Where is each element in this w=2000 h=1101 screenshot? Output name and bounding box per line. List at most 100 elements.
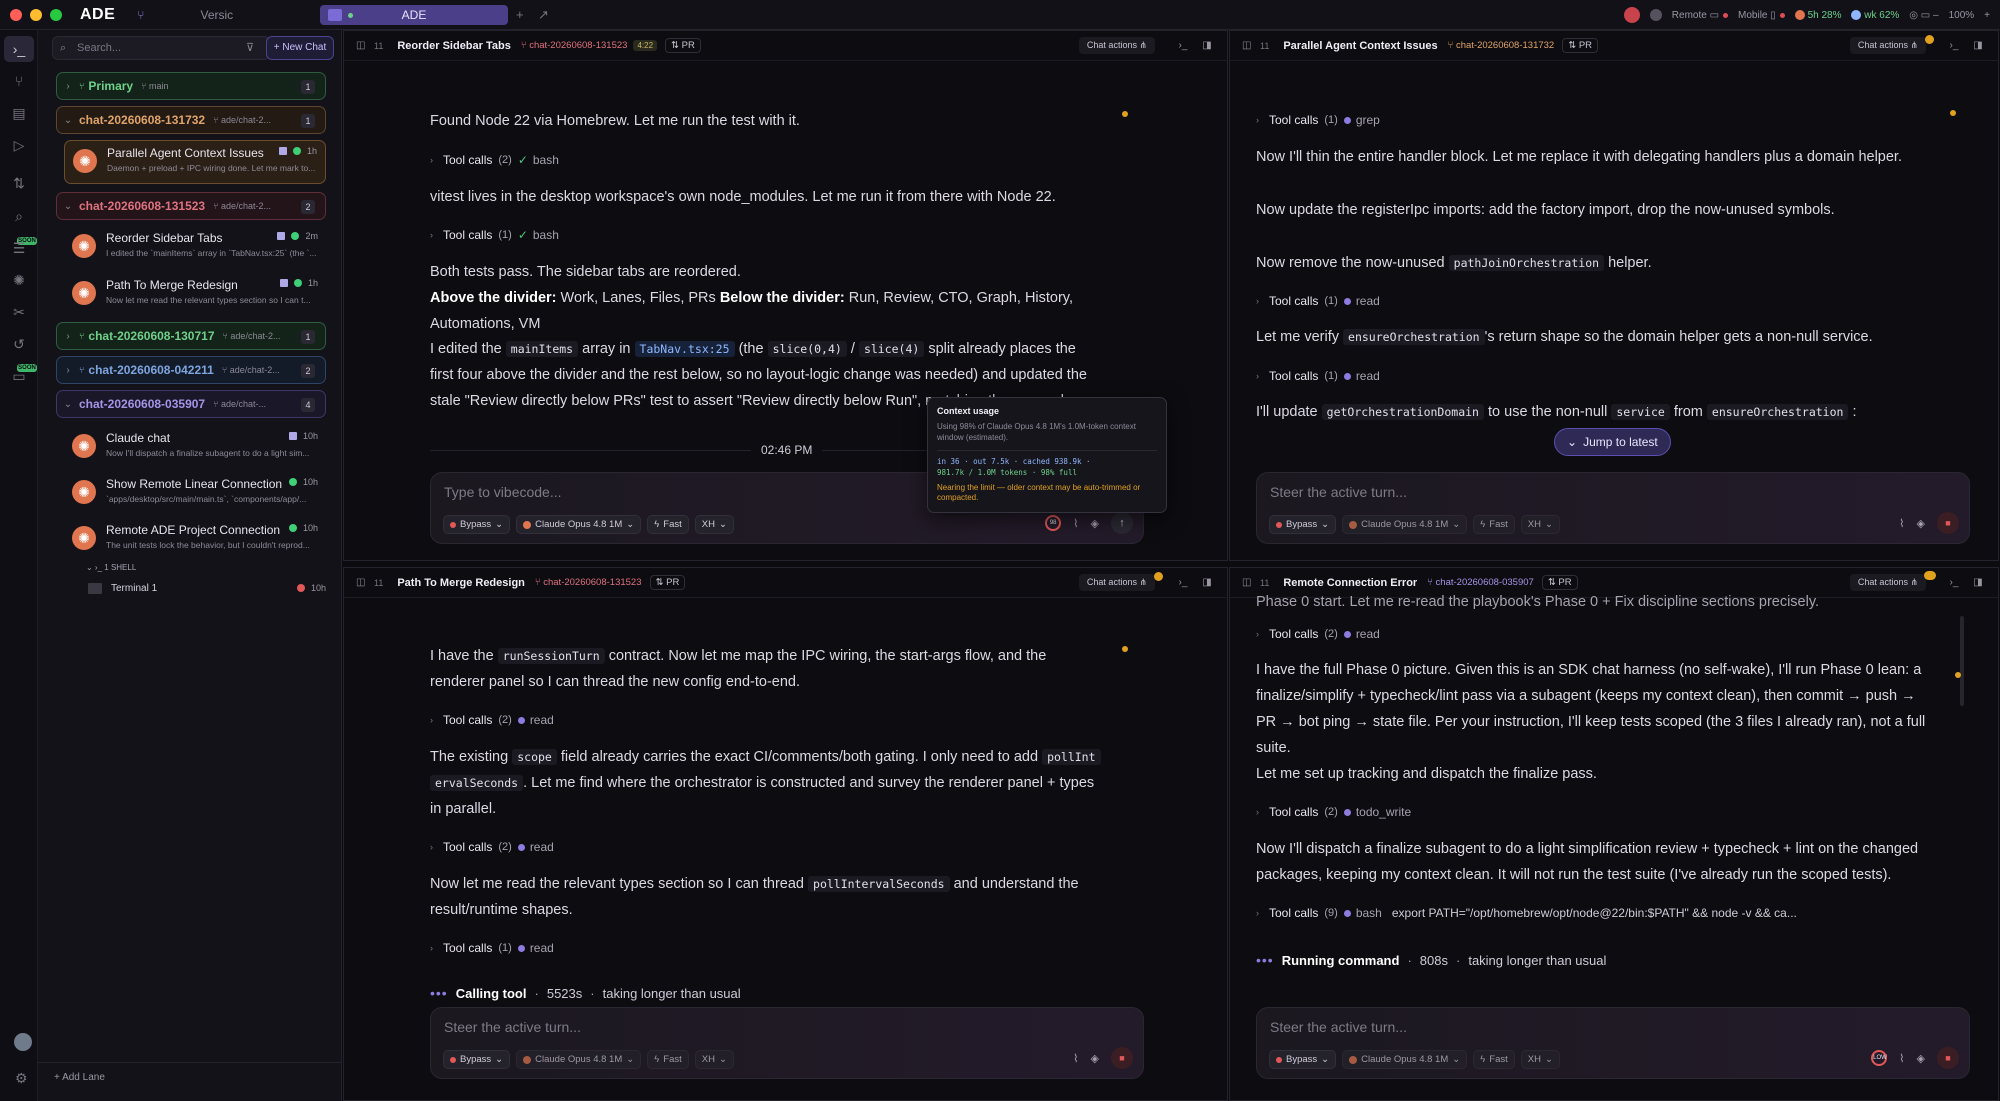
panel-icon[interactable]: ◫ (356, 40, 368, 51)
context-usage-ring[interactable]: LOW (1871, 1050, 1888, 1066)
user-avatar[interactable] (14, 1033, 32, 1051)
panel-icon[interactable]: ◫ (1242, 577, 1254, 588)
chat-actions-button[interactable]: Chat actions ⋔ (1849, 574, 1926, 591)
speed-toggle[interactable]: ϟ Fast (647, 1050, 689, 1069)
cto-icon[interactable]: ✺ (11, 272, 27, 288)
lane-chat-131732[interactable]: ⌄ chat-20260608-131732 ⑂ ade/chat-2... 1 (56, 106, 326, 134)
settings-cluster[interactable]: ◎ ▭ – (1909, 10, 1938, 21)
remote-toggle[interactable]: Remote ▭ (1672, 10, 1729, 21)
split-icon[interactable]: ◨ (1970, 575, 1986, 591)
panel-icon[interactable]: ◫ (1242, 40, 1254, 51)
speed-toggle[interactable]: ϟ Fast (647, 515, 689, 534)
send-button[interactable]: ↑ (1111, 512, 1133, 534)
search-icon[interactable]: ⌕ (11, 208, 27, 224)
history-icon[interactable]: ↺ (11, 336, 27, 352)
tool-calls-row[interactable]: › Tool calls (2) read (1256, 627, 1380, 641)
composer[interactable]: Steer the active turn... Bypass ⌄ Claude… (1256, 1007, 1970, 1079)
add-lane-button[interactable]: + Add Lane (54, 1072, 105, 1083)
chat-item-parallel-agent[interactable]: ✺ Parallel Agent Context Issues Daemon +… (64, 140, 326, 184)
chat-item-remote-ade[interactable]: ✺ Remote ADE Project Connection The unit… (64, 518, 326, 560)
mode-select[interactable]: Bypass ⌄ (443, 515, 511, 534)
pull-request-icon[interactable]: ⇅ (11, 175, 27, 191)
terminal-icon[interactable]: ›_ (1946, 575, 1962, 591)
effort-select[interactable]: XH ⌄ (694, 1050, 734, 1069)
search-input[interactable]: ⌕ Search... (52, 36, 270, 60)
chat-item-path-to-merge[interactable]: ✺ Path To Merge Redesign Now let me read… (64, 273, 326, 315)
branch-label[interactable]: ⑂ chat-20260608-131523 (535, 577, 642, 588)
tool-calls-row[interactable]: › Tool calls (1) grep (1256, 113, 1380, 127)
graph-icon[interactable]: ✂ (11, 304, 27, 320)
shell-group-label[interactable]: ⌄ ›_ 1 SHELL (86, 563, 136, 572)
terminal-work-icon[interactable]: ›_ (11, 41, 27, 57)
tool-calls-row[interactable]: › Tool calls (1) ✓ bash (430, 228, 559, 242)
context-usage-ring[interactable]: 98 (1045, 515, 1062, 531)
panel-icon[interactable]: ◫ (356, 577, 368, 588)
lane-chat-131523[interactable]: ⌄ chat-20260608-131523 ⑂ ade/chat-2... 2 (56, 192, 326, 220)
mode-select[interactable]: Bypass ⌄ (1269, 515, 1337, 534)
maximize-window-button[interactable] (50, 8, 62, 21)
chat-actions-button[interactable]: Chat actions ⋔ (1078, 574, 1155, 591)
branch-label[interactable]: ⑂ chat-20260608-131523 (521, 40, 628, 51)
split-icon[interactable]: ◨ (1199, 38, 1215, 54)
tool-calls-row[interactable]: › Tool calls (2) read (430, 840, 554, 854)
attach-icon[interactable]: ⌇ (1899, 517, 1904, 530)
tool-calls-row[interactable]: › Tool calls (2) ✓ bash (430, 153, 559, 167)
external-window-icon[interactable]: ↗ (538, 7, 549, 23)
automations-icon[interactable]: ▭ (11, 368, 27, 384)
split-icon[interactable]: ◨ (1970, 38, 1986, 54)
minimize-window-button[interactable] (30, 8, 42, 21)
tool-calls-row[interactable]: › Tool calls (1) read (1256, 294, 1380, 308)
model-select[interactable]: Claude Opus 4.8 1M ⌄ (516, 1050, 642, 1069)
review-icon[interactable]: ☰ (11, 240, 27, 256)
terminal-icon[interactable]: ›_ (1946, 38, 1962, 54)
stop-button[interactable]: ■ (1111, 1047, 1133, 1069)
gear-icon[interactable]: ⚙ (15, 1070, 28, 1087)
stop-button[interactable]: ■ (1937, 512, 1959, 534)
chat-actions-button[interactable]: Chat actions ⋔ (1078, 37, 1155, 54)
split-icon[interactable]: ◨ (1199, 575, 1215, 591)
pr-button[interactable]: ⇅ PR (649, 575, 686, 590)
mobile-toggle[interactable]: Mobile ▯ (1738, 10, 1785, 21)
composer[interactable]: Steer the active turn... Bypass ⌄ Claude… (430, 1007, 1144, 1079)
files-icon[interactable]: ▤ (11, 105, 27, 121)
lane-primary[interactable]: › ⑂ Primary ⑂ main 1 (56, 72, 326, 100)
filter-icon[interactable]: ⊽ (242, 36, 258, 60)
tool-calls-row[interactable]: › Tool calls (1) read (1256, 369, 1380, 383)
branch-label[interactable]: ⑂ chat-20260608-131732 (1448, 40, 1555, 51)
lane-chat-042211[interactable]: › ⑂ chat-20260608-042211 ⑂ ade/chat-2...… (56, 356, 326, 384)
workspace-name[interactable]: Versic (200, 8, 233, 22)
lane-chat-035907[interactable]: ⌄ chat-20260608-035907 ⑂ ade/chat-... 4 (56, 390, 326, 418)
pr-button[interactable]: ⇅ PR (1562, 38, 1599, 53)
terminal-icon[interactable]: ›_ (1175, 575, 1191, 591)
project-tab[interactable]: ADE (320, 5, 508, 25)
stack-icon[interactable]: ◈ (1091, 1052, 1099, 1065)
effort-select[interactable]: XH ⌄ (694, 515, 734, 534)
close-window-button[interactable] (10, 8, 22, 21)
mode-select[interactable]: Bypass ⌄ (443, 1050, 511, 1069)
attach-icon[interactable]: ⌇ (1899, 1052, 1904, 1065)
speed-toggle[interactable]: ϟ Fast (1473, 1050, 1515, 1069)
branch-label[interactable]: ⑂ chat-20260608-035907 (1427, 577, 1534, 588)
add-tab-icon[interactable]: + (516, 7, 524, 22)
stop-button[interactable]: ■ (1937, 1047, 1959, 1069)
stack-icon[interactable]: ◈ (1091, 517, 1099, 530)
stack-icon[interactable]: ◈ (1917, 517, 1925, 530)
chat-item-remote-linear[interactable]: ✺ Show Remote Linear Connection `apps/de… (64, 472, 326, 514)
pr-button[interactable]: ⇅ PR (1541, 575, 1578, 590)
chat-actions-button[interactable]: Chat actions ⋔ (1849, 37, 1926, 54)
chat-item-claude-chat[interactable]: ✺ Claude chat Now I'll dispatch a finali… (64, 426, 326, 468)
model-select[interactable]: Claude Opus 4.8 1M ⌄ (1342, 1050, 1468, 1069)
tool-calls-row[interactable]: › Tool calls (2) todo_write (1256, 805, 1411, 819)
terminal-icon[interactable]: ›_ (1175, 38, 1191, 54)
terminal-item[interactable]: Terminal 1 10h (88, 580, 326, 598)
mode-select[interactable]: Bypass ⌄ (1269, 1050, 1337, 1069)
run-icon[interactable]: ▷ (11, 137, 27, 153)
zoom-in-icon[interactable]: + (1984, 10, 1990, 21)
model-select[interactable]: Claude Opus 4.8 1M ⌄ (516, 515, 642, 534)
lanes-icon[interactable]: ⑂ (11, 73, 27, 89)
model-select[interactable]: Claude Opus 4.8 1M ⌄ (1342, 515, 1468, 534)
effort-select[interactable]: XH ⌄ (1520, 515, 1560, 534)
attach-icon[interactable]: ⌇ (1073, 1052, 1078, 1065)
record-button[interactable] (1623, 7, 1640, 23)
tool-calls-row[interactable]: › Tool calls (1) read (430, 941, 554, 955)
